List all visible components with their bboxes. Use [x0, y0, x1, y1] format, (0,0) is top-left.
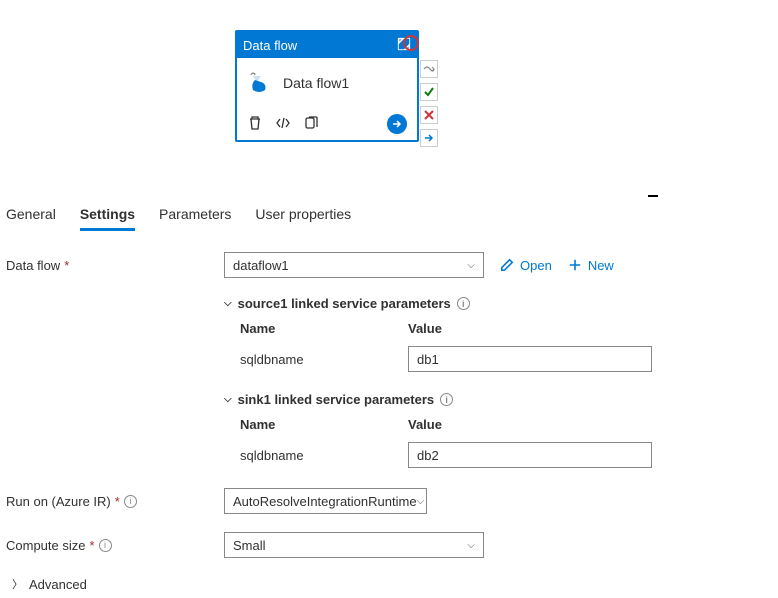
param-name: sqldbname: [240, 352, 408, 367]
runon-row: Run on (Azure IR) * i AutoResolveIntegra…: [6, 488, 772, 514]
plus-icon: [568, 258, 582, 272]
info-icon[interactable]: i: [457, 297, 470, 310]
card-body: Data flow1: [237, 58, 417, 108]
required-icon: *: [89, 538, 94, 553]
open-button[interactable]: Open: [500, 258, 552, 273]
sink1-section-header[interactable]: ⌵ sink1 linked service parameters i: [224, 392, 772, 407]
advanced-toggle[interactable]: 〉 Advanced: [12, 576, 772, 592]
chevron-down-icon: ⌵: [467, 260, 475, 271]
canvas: Data flow Data flow1: [0, 0, 778, 190]
compute-row: Compute size * i Small ⌵: [6, 532, 772, 558]
tab-parameters[interactable]: Parameters: [159, 200, 231, 231]
new-button[interactable]: New: [568, 258, 614, 273]
on-success-icon[interactable]: [420, 83, 438, 101]
info-icon[interactable]: i: [99, 539, 112, 552]
chevron-right-icon: 〉: [12, 576, 23, 592]
chevron-down-icon: ⌵: [224, 298, 232, 309]
col-value: Value: [408, 417, 442, 432]
dataflow-label: Data flow *: [6, 258, 224, 273]
on-fail-icon[interactable]: [420, 106, 438, 124]
col-value: Value: [408, 321, 442, 336]
info-icon[interactable]: i: [440, 393, 453, 406]
on-skip-icon[interactable]: [420, 60, 438, 78]
sink1-param-row: sqldbname: [240, 442, 772, 468]
source1-param-row: sqldbname: [240, 346, 772, 372]
param-header: Name Value: [240, 321, 772, 336]
runon-label: Run on (Azure IR) * i: [6, 494, 224, 509]
edit-icon: [500, 258, 514, 272]
dataflow-name: Data flow1: [283, 75, 349, 91]
run-button[interactable]: [387, 114, 407, 134]
dataflow-activity-card[interactable]: Data flow Data flow1: [235, 30, 419, 142]
on-completion-icon[interactable]: [420, 129, 438, 147]
tab-general[interactable]: General: [6, 200, 56, 231]
error-indicator-icon: [403, 35, 419, 51]
code-icon[interactable]: [275, 115, 291, 134]
tab-settings[interactable]: Settings: [80, 200, 135, 231]
info-icon[interactable]: i: [124, 495, 137, 508]
required-icon: *: [115, 494, 120, 509]
card-footer: [237, 108, 417, 140]
chevron-down-icon: ⌵: [417, 496, 425, 507]
resize-handle-icon[interactable]: [648, 195, 658, 197]
source1-value-input[interactable]: [408, 346, 652, 372]
card-header: Data flow: [237, 32, 417, 58]
dataflow-select[interactable]: dataflow1 ⌵: [224, 252, 484, 278]
settings-panel: Data flow * dataflow1 ⌵ Open New ⌵ sourc…: [0, 232, 778, 592]
sink1-value-input[interactable]: [408, 442, 652, 468]
connector-icons: [420, 60, 438, 147]
col-name: Name: [240, 417, 408, 432]
param-name: sqldbname: [240, 448, 408, 463]
compute-label: Compute size * i: [6, 538, 224, 553]
tab-user-properties[interactable]: User properties: [255, 200, 351, 231]
tab-bar: General Settings Parameters User propert…: [0, 200, 778, 232]
runon-select[interactable]: AutoResolveIntegrationRuntime ⌵: [224, 488, 427, 514]
card-title: Data flow: [243, 38, 297, 53]
dataflow-icon: [247, 70, 273, 96]
dataflow-row: Data flow * dataflow1 ⌵ Open New: [6, 252, 772, 278]
compute-select[interactable]: Small ⌵: [224, 532, 484, 558]
chevron-down-icon: ⌵: [467, 540, 475, 551]
chevron-down-icon: ⌵: [224, 394, 232, 405]
delete-icon[interactable]: [247, 115, 263, 134]
col-name: Name: [240, 321, 408, 336]
source1-section-header[interactable]: ⌵ source1 linked service parameters i: [224, 296, 772, 311]
param-header: Name Value: [240, 417, 772, 432]
required-icon: *: [64, 258, 69, 273]
copy-icon[interactable]: [303, 115, 319, 134]
